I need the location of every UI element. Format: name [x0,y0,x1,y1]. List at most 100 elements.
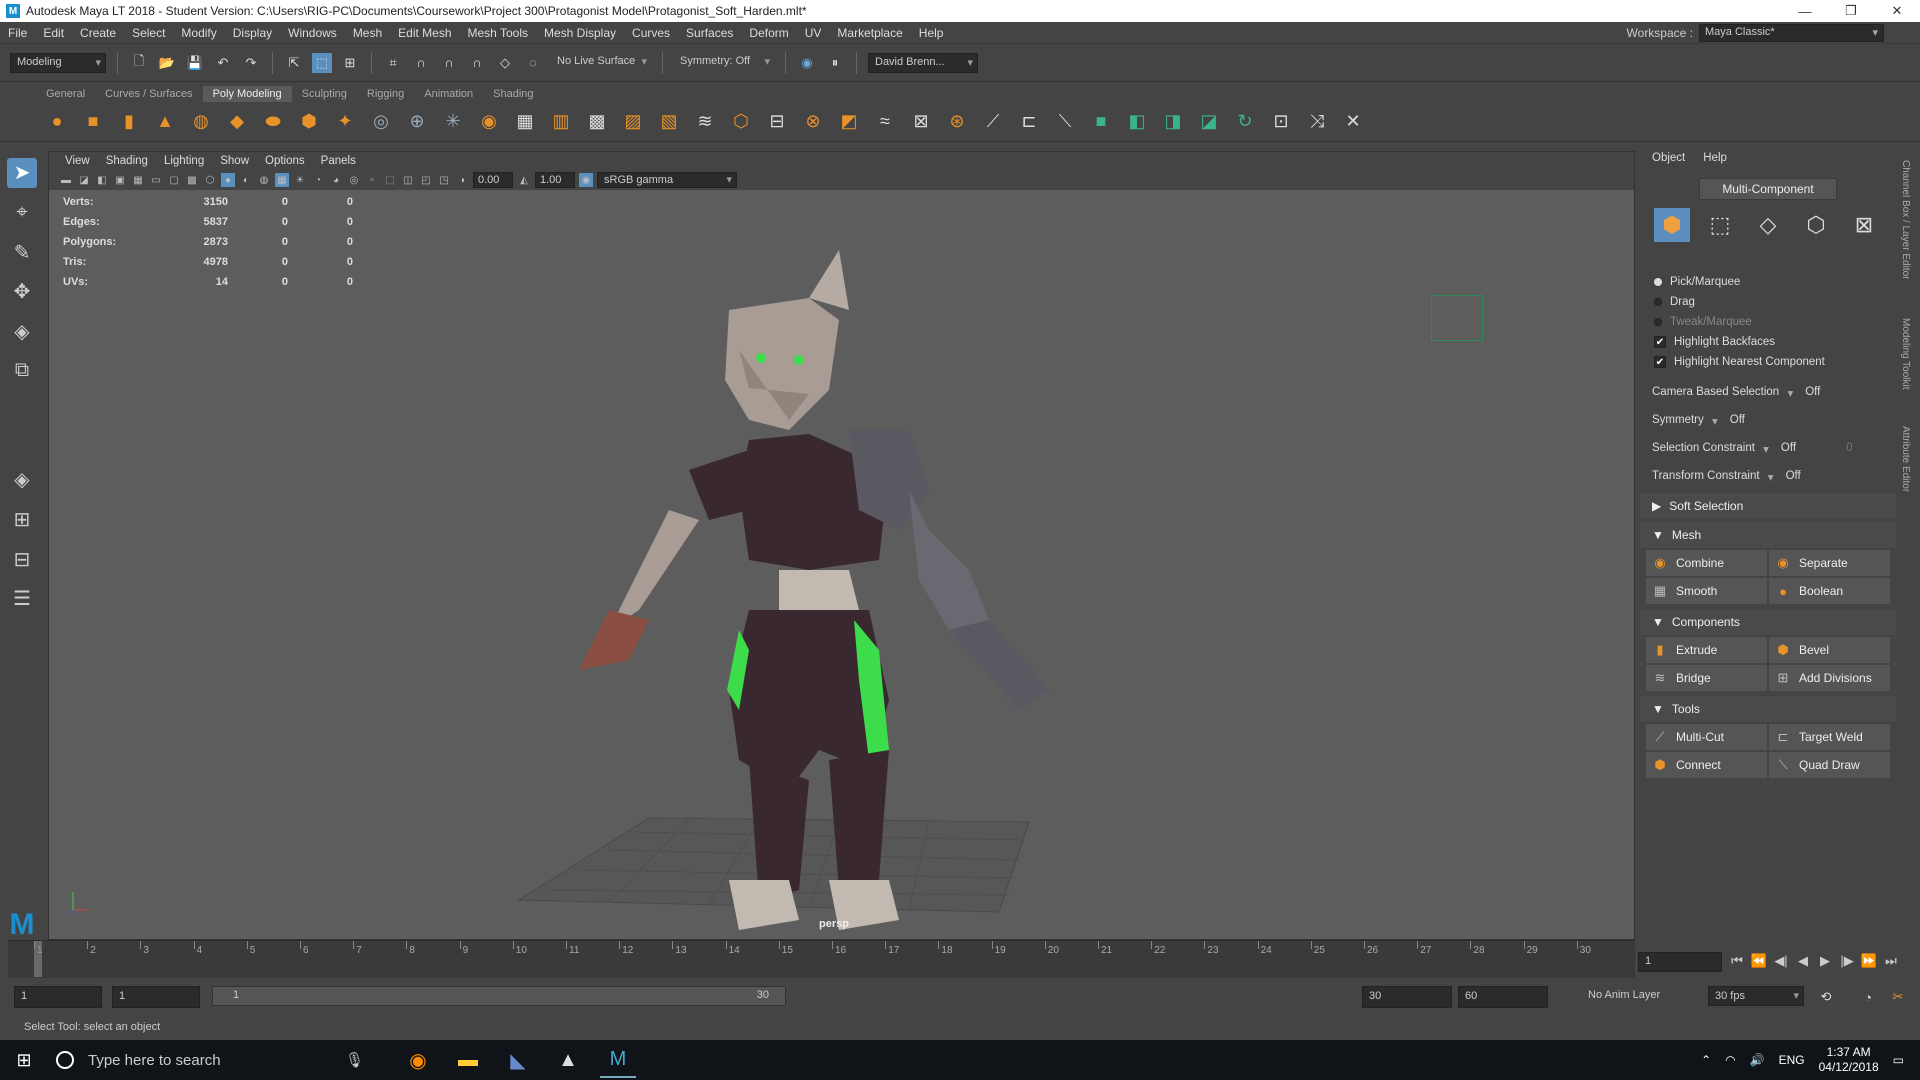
xray-joints-icon[interactable]: ◰ [419,173,433,187]
vp-menu-shading[interactable]: Shading [98,155,156,167]
tab-general[interactable]: General [36,86,95,102]
playback-start-field[interactable]: 1 [112,986,200,1008]
poly-cone-icon[interactable]: ▲ [152,109,178,135]
grid-icon[interactable]: ▦ [131,173,145,187]
fill-hole-icon[interactable]: ▧ [656,109,682,135]
gamma-field[interactable]: 1.00 [535,172,575,188]
mesh-section[interactable]: ▼ Mesh [1640,522,1896,548]
menu-deform[interactable]: Deform [741,26,796,40]
taskbar-clock[interactable]: 1:37 AM 04/12/2018 [1819,1045,1879,1075]
separate-icon[interactable]: ⊛ [944,109,970,135]
tab-sculpting[interactable]: Sculpting [292,86,357,102]
select-object-icon[interactable]: ⬚ [312,52,332,73]
vertex-mode-icon[interactable]: ⬚ [1702,208,1738,242]
animation-end-field[interactable]: 60 [1458,986,1548,1008]
color-management-icon[interactable]: ◉ [579,173,593,187]
image-plane-icon[interactable]: ▣ [113,173,127,187]
super-shape-icon[interactable]: ✦ [332,109,358,135]
option-label[interactable]: Transform Constraint [1652,470,1776,484]
boolean-button[interactable]: ● Boolean [1769,578,1890,604]
current-time-marker[interactable] [34,941,42,977]
restore-icon[interactable]: ❐ [1828,0,1874,22]
bridge-icon[interactable]: ▥ [548,109,574,135]
menu-mesh[interactable]: Mesh [345,26,390,40]
edge-mode-icon[interactable]: ◇ [1750,208,1786,242]
camera-attributes-icon[interactable]: ◪ [77,173,91,187]
connect-button[interactable]: ⬢ Connect [1646,752,1767,778]
snap-surface-icon[interactable]: ◇ [495,53,515,73]
menu-windows[interactable]: Windows [280,26,345,40]
vp-menu-view[interactable]: View [57,155,98,167]
file-explorer-icon[interactable]: ▬ [450,1042,486,1078]
collapse-icon[interactable]: ⬡ [728,109,754,135]
menu-mesh-tools[interactable]: Mesh Tools [460,26,536,40]
option-label[interactable]: Camera Based Selection [1652,386,1795,400]
menu-edit-mesh[interactable]: Edit Mesh [390,26,459,40]
auto-key-icon[interactable]: ◔ [1858,987,1878,1007]
offset-edge-loop-icon[interactable]: ⟍ [1052,109,1078,135]
smooth-shade-icon[interactable]: ● [221,173,235,187]
language-indicator[interactable]: ENG [1779,1053,1805,1067]
bool-diff-icon[interactable]: ⊗ [800,109,826,135]
lasso-tool-icon[interactable]: ⌖ [7,198,37,228]
go-to-start-icon[interactable]: ⏮ [1728,952,1746,970]
combine-button[interactable]: ◉ Combine [1646,550,1767,576]
wireframe-on-shaded-icon[interactable]: ◍ [257,173,271,187]
scale-tool-icon[interactable]: ⧉ [7,356,37,386]
range-slider[interactable]: 1 30 [212,986,786,1006]
poly-disc-icon[interactable]: ⬬ [260,109,286,135]
poly-sphere-icon[interactable]: ● [44,109,70,135]
workspace-dropdown[interactable]: Maya Classic* [1699,24,1884,42]
uv-automatic-icon[interactable]: ◪ [1196,109,1222,135]
menu-surfaces[interactable]: Surfaces [678,26,741,40]
save-scene-icon[interactable]: 💾 [185,53,205,73]
view-transform-dropdown[interactable]: sRGB gamma [597,172,737,188]
menu-marketplace[interactable]: Marketplace [829,26,910,40]
account-dropdown[interactable]: David Brenn... [868,52,978,73]
snap-grid-icon[interactable]: ⌗ [383,53,403,73]
menu-modify[interactable]: Modify [173,26,224,40]
menu-set-dropdown[interactable]: Modeling [10,52,106,73]
current-frame-field[interactable]: 1 [1638,952,1722,972]
menu-create[interactable]: Create [72,26,124,40]
toolkit-menu-object[interactable]: Object [1652,152,1685,164]
check-highlight-nearest[interactable]: ✔ Highlight Nearest Component [1640,352,1896,372]
smooth-button[interactable]: ▦ Smooth [1646,578,1767,604]
gate-mask-icon[interactable]: ▩ [185,173,199,187]
poly-torus-icon[interactable]: ◍ [188,109,214,135]
poly-plane-icon[interactable]: ◆ [224,109,250,135]
wireframe-icon[interactable]: ⬡ [203,173,217,187]
uv-unfold-icon[interactable]: ⤨ [1304,109,1330,135]
vp-menu-show[interactable]: Show [212,155,257,167]
single-perspective-layout-icon[interactable]: ◈ [7,465,37,495]
poly-cube-icon[interactable]: ■ [80,109,106,135]
gamma-icon[interactable]: ◭ [517,173,531,187]
play-forward-icon[interactable]: ▶ [1816,952,1834,970]
menu-help[interactable]: Help [911,26,952,40]
film-gate-icon[interactable]: ▭ [149,173,163,187]
default-material-icon[interactable]: ◐ [239,173,253,187]
step-forward-frame-icon[interactable]: |▶ [1838,952,1856,970]
view-cube-placeholder[interactable] [1431,295,1483,341]
multi-cut-button[interactable]: ⟋ Multi-Cut [1646,724,1767,750]
extrude-icon[interactable]: ▦ [512,109,538,135]
time-slider[interactable]: 1234567891011121314151617181920212223242… [8,940,1635,978]
tab-shading[interactable]: Shading [483,86,543,102]
visual-studio-icon[interactable]: ◣ [500,1042,536,1078]
vp-menu-lighting[interactable]: Lighting [156,155,212,167]
windows-start-icon[interactable]: ⊞ [0,1040,48,1080]
isolate-select-icon[interactable]: ⬚ [383,173,397,187]
target-weld-button[interactable]: ⊏ Target Weld [1769,724,1890,750]
smooth-icon[interactable]: ◉ [476,109,502,135]
radio-dot[interactable] [1654,278,1662,286]
fps-dropdown[interactable]: 30 fps [1708,986,1804,1006]
radio-tweak-marquee[interactable]: Tweak/Marquee [1640,312,1896,332]
open-scene-icon[interactable]: 📂 [157,53,177,73]
bool-union-icon[interactable]: ⊟ [764,109,790,135]
four-view-layout-icon[interactable]: ⊞ [7,505,37,535]
minimize-icon[interactable]: — [1782,0,1828,22]
loop-icon[interactable]: ⟲ [1816,987,1836,1007]
face-mode-icon[interactable]: ⬡ [1798,208,1834,242]
vp-menu-options[interactable]: Options [257,155,313,167]
mirror-icon[interactable]: ◩ [836,109,862,135]
